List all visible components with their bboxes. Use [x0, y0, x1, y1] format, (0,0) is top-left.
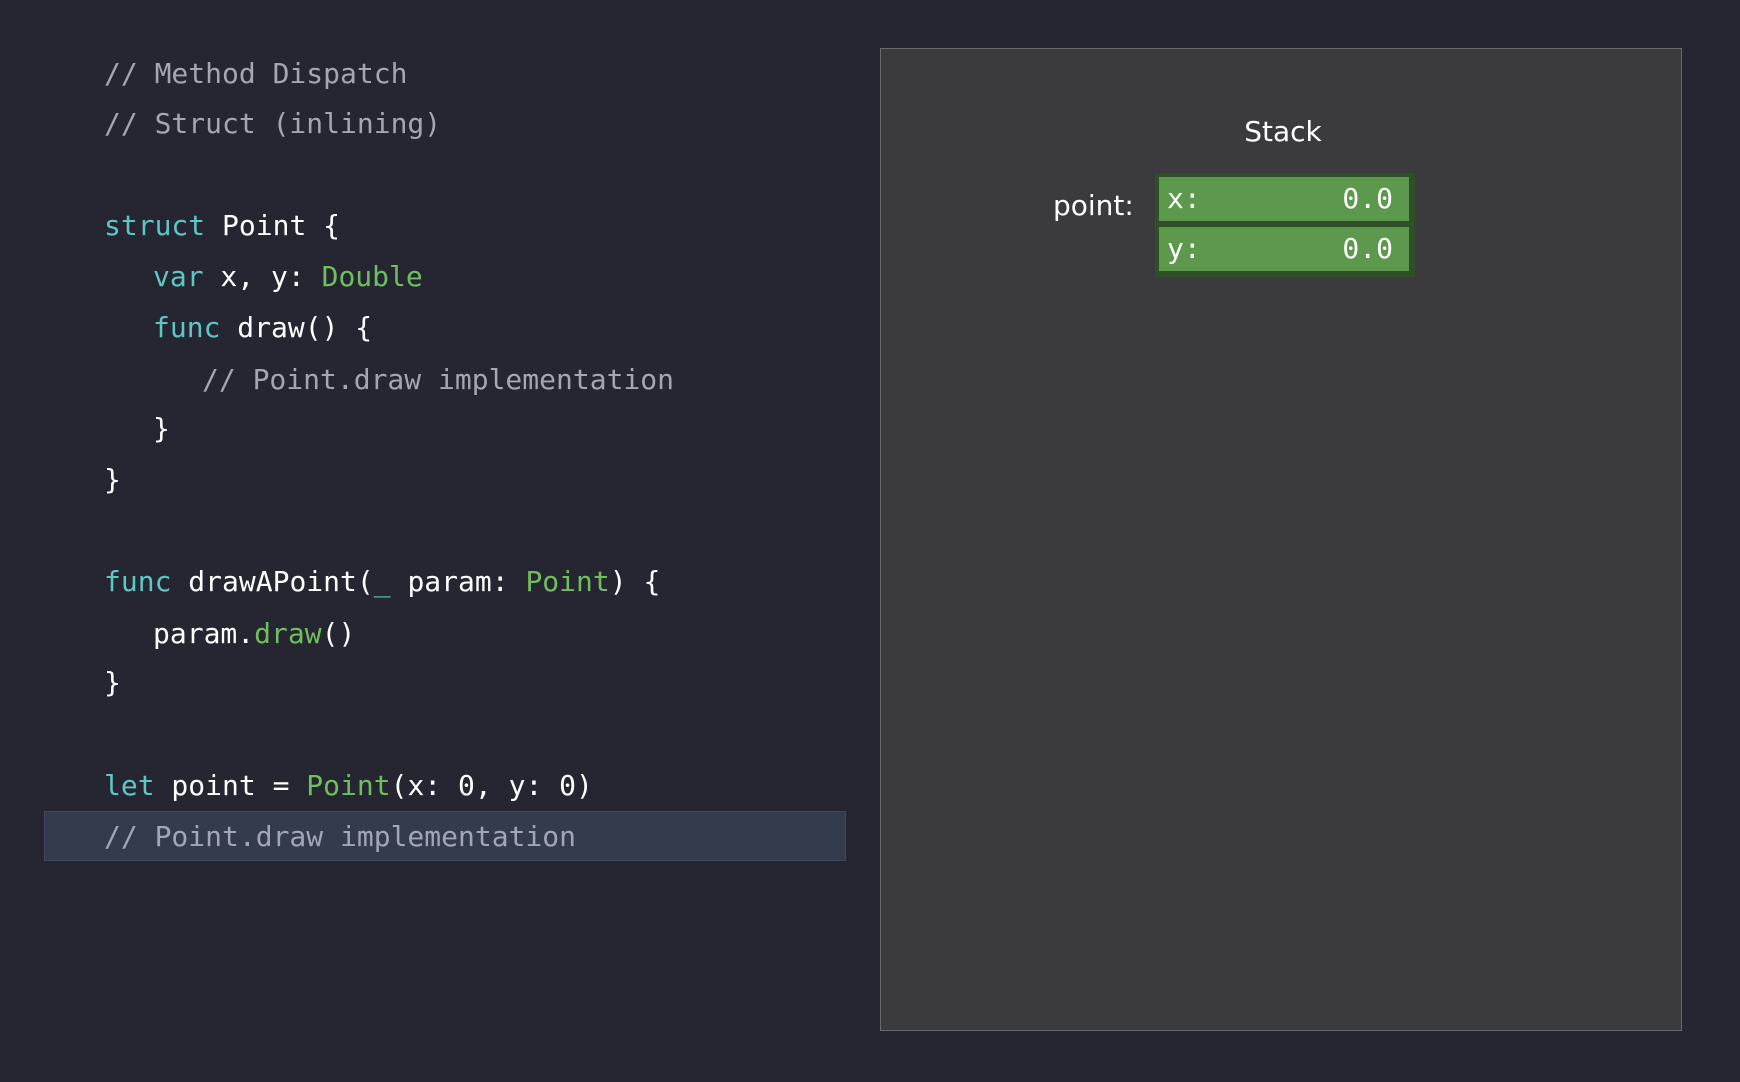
code-token: Double: [321, 260, 423, 293]
code-token: ) {: [609, 565, 661, 598]
code-line-4: var x, y: Double: [153, 252, 423, 302]
code-token: // Method Dispatch: [104, 57, 408, 90]
code-line-2: // Struct (inlining): [104, 99, 441, 149]
code-token: param.: [153, 617, 255, 650]
field-y: y: 0.0: [1159, 227, 1409, 271]
code-token: var: [153, 260, 204, 293]
variable-label: point:: [1053, 189, 1134, 222]
field-x-name: x:: [1167, 182, 1201, 215]
field-y-name: y:: [1167, 232, 1201, 265]
code-line-10: param.draw(): [153, 609, 355, 659]
code-token: let: [104, 769, 155, 802]
code-token: draw: [254, 617, 322, 650]
code-token: }: [104, 463, 121, 496]
stack-title: Stack: [1244, 115, 1322, 148]
code-line-9: func drawAPoint(_ param: Point) {: [104, 557, 660, 607]
code-line-13: // Point.draw implementation: [104, 812, 576, 862]
code-editor: // Method Dispatch // Struct (inlining) …: [0, 0, 860, 1082]
code-token: Point: [525, 565, 610, 598]
code-token: }: [153, 412, 170, 445]
code-token: (): [321, 617, 356, 650]
code-token: func: [104, 565, 172, 598]
code-line-5: func draw() {: [153, 303, 372, 353]
code-token: // Point.draw implementation: [104, 820, 577, 853]
code-line-6: // Point.draw implementation: [202, 355, 674, 405]
field-x-value: 0.0: [1342, 182, 1393, 215]
code-line-3: struct Point {: [104, 201, 340, 251]
code-token: // Point.draw implementation: [202, 363, 675, 396]
code-line-12: let point = Point(x: 0, y: 0): [104, 761, 593, 811]
code-line-7: }: [153, 404, 170, 454]
code-line-8: }: [104, 455, 121, 505]
code-token: draw() {: [220, 311, 373, 344]
code-token: point =: [154, 769, 307, 802]
code-line-11: }: [104, 658, 121, 708]
code-token: // Struct (inlining): [104, 107, 442, 140]
code-token: _: [373, 565, 391, 598]
code-token: func: [153, 311, 221, 344]
code-line-1: // Method Dispatch: [104, 49, 407, 99]
code-token: struct: [104, 209, 206, 242]
code-token: param:: [390, 565, 526, 598]
code-token: }: [104, 666, 121, 699]
field-y-value: 0.0: [1342, 232, 1393, 265]
field-x: x: 0.0: [1159, 177, 1409, 221]
code-token: Point {: [205, 209, 341, 242]
code-token: Point: [306, 769, 391, 802]
code-token: (x: 0, y: 0): [390, 769, 593, 802]
code-token: x, y:: [203, 260, 322, 293]
point-struct-box: x: 0.0 y: 0.0: [1155, 173, 1415, 277]
code-token: drawAPoint(: [171, 565, 374, 598]
stack-panel: Stack point: x: 0.0 y: 0.0: [880, 48, 1682, 1031]
